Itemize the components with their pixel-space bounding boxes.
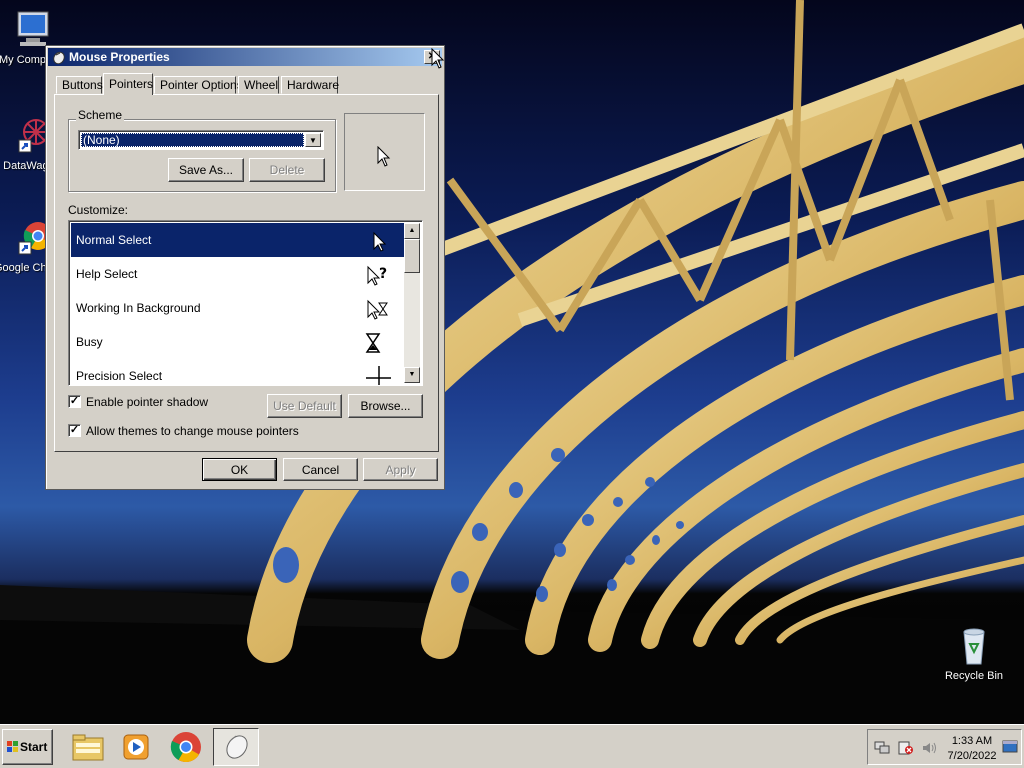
- volume-icon[interactable]: [921, 741, 937, 755]
- cursor-list[interactable]: Normal Select Help Select ? Working In B…: [68, 220, 423, 386]
- tab-buttons[interactable]: Buttons: [56, 76, 103, 94]
- enable-shadow-label[interactable]: Enable pointer shadow: [86, 395, 208, 409]
- list-item[interactable]: Help Select ?: [71, 257, 405, 291]
- mouse-icon: [220, 732, 252, 765]
- delete-button[interactable]: Delete: [249, 158, 325, 182]
- checkmark-icon: ✓: [69, 395, 80, 407]
- taskbar: Start 1:33 AM 7/20/2022: [0, 724, 1024, 768]
- chrome-icon[interactable]: [168, 729, 204, 765]
- dialog-titlebar[interactable]: Mouse Properties ✕: [48, 48, 442, 66]
- cursor-label: Working In Background: [76, 301, 201, 315]
- dialog-title: Mouse Properties: [69, 50, 170, 64]
- list-item[interactable]: Working In Background: [71, 291, 405, 325]
- recycle-bin-icon: [952, 624, 996, 668]
- cursor-label: Precision Select: [76, 369, 163, 383]
- apply-button[interactable]: Apply: [363, 458, 438, 481]
- scroll-up-icon[interactable]: ▲: [404, 223, 420, 239]
- hourglass-cursor-icon: [365, 331, 391, 355]
- list-item[interactable]: Precision Select: [71, 359, 405, 385]
- allow-themes-checkbox[interactable]: ✓: [68, 424, 81, 437]
- scheme-dropdown[interactable]: (None) ▼: [78, 130, 324, 150]
- cursor-label: Help Select: [76, 267, 138, 281]
- scroll-down-icon[interactable]: ▼: [404, 367, 420, 383]
- checkmark-icon: ✓: [69, 424, 80, 436]
- pointer-preview: [344, 113, 425, 191]
- enable-shadow-checkbox[interactable]: ✓: [68, 395, 81, 408]
- save-as-button[interactable]: Save As...: [168, 158, 244, 182]
- windows-logo-icon: [7, 741, 19, 753]
- list-item[interactable]: Normal Select: [71, 223, 405, 257]
- explorer-icon[interactable]: [70, 729, 106, 765]
- show-desktop-icon[interactable]: [1002, 740, 1018, 754]
- browse-button[interactable]: Browse...: [348, 394, 423, 418]
- scheme-selected-value: (None): [81, 133, 304, 147]
- arrow-cursor-icon: [377, 145, 391, 171]
- mouse-cursor-icon: [431, 47, 445, 73]
- arrow-cursor-icon: [365, 229, 391, 253]
- tab-wheel[interactable]: Wheel: [238, 76, 279, 94]
- tab-pointers[interactable]: Pointers: [103, 73, 153, 95]
- desktop-icon-recycle-bin[interactable]: Recycle Bin: [936, 624, 1012, 682]
- taskbar-clock[interactable]: 1:33 AM 7/20/2022: [944, 734, 1000, 764]
- scroll-thumb[interactable]: [404, 239, 420, 273]
- cursor-label: Normal Select: [76, 233, 152, 247]
- use-default-button[interactable]: Use Default: [267, 394, 342, 418]
- customize-label: Customize:: [68, 203, 129, 217]
- scheme-group-label: Scheme: [76, 108, 125, 122]
- start-button[interactable]: Start: [2, 729, 53, 765]
- list-item[interactable]: Busy: [71, 325, 405, 359]
- security-alert-icon[interactable]: [898, 741, 914, 755]
- mouse-properties-task[interactable]: [213, 728, 259, 766]
- network-icon[interactable]: [874, 741, 890, 755]
- desktop-icon-label: Recycle Bin: [944, 670, 1004, 682]
- list-scrollbar[interactable]: ▲ ▼: [404, 223, 420, 383]
- cancel-button[interactable]: Cancel: [283, 458, 358, 481]
- crosshair-cursor-icon: [365, 365, 392, 385]
- clock-time: 1:33 AM: [951, 735, 993, 747]
- svg-text:?: ?: [379, 266, 387, 282]
- tab-pointer-options[interactable]: Pointer Options: [154, 76, 243, 94]
- chevron-down-icon[interactable]: ▼: [305, 133, 321, 147]
- system-tray: 1:33 AM 7/20/2022: [867, 729, 1022, 765]
- mouse-icon: [51, 50, 65, 65]
- tab-hardware[interactable]: Hardware: [281, 76, 339, 94]
- allow-themes-label[interactable]: Allow themes to change mouse pointers: [86, 424, 299, 438]
- working-cursor-icon: [365, 297, 391, 321]
- cursor-label: Busy: [76, 335, 103, 349]
- media-player-icon[interactable]: [118, 729, 154, 765]
- start-label: Start: [20, 740, 48, 754]
- clock-date: 7/20/2022: [947, 750, 997, 762]
- ok-button[interactable]: OK: [202, 458, 277, 481]
- help-cursor-icon: ?: [365, 263, 391, 287]
